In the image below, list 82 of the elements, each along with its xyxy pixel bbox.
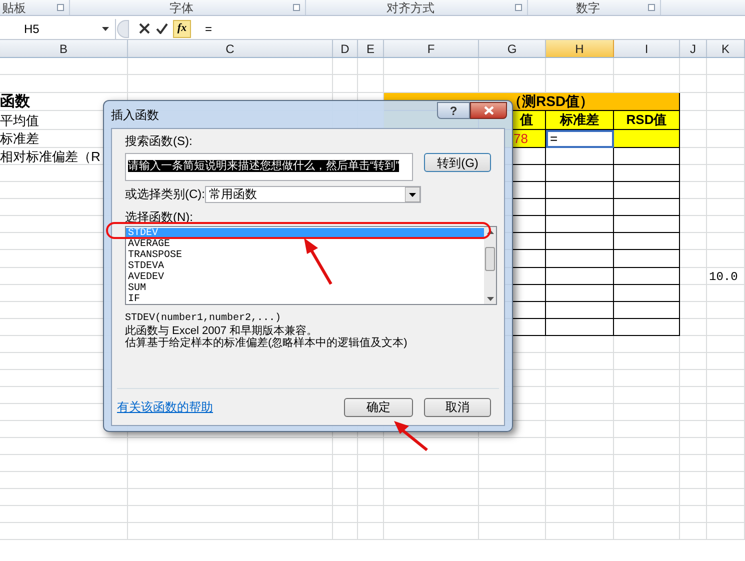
- ribbon-group-label: 对齐方式: [386, 2, 436, 14]
- column-header[interactable]: F: [384, 40, 479, 57]
- table-cell: [546, 199, 614, 216]
- dropdown-icon: [405, 186, 420, 202]
- close-button[interactable]: [470, 102, 507, 119]
- table-cell: [614, 199, 680, 216]
- table-cell: [546, 182, 614, 199]
- close-icon: [484, 106, 494, 115]
- table-cell: [614, 285, 680, 302]
- column-header[interactable]: J: [680, 40, 707, 57]
- description-text: 此函数与 Excel 2007 和早期版本兼容。: [125, 325, 319, 337]
- table-cell: [614, 130, 680, 148]
- table-cell: [614, 268, 680, 285]
- table-cell[interactable]: =: [546, 130, 614, 148]
- function-list-item[interactable]: IF: [126, 294, 484, 305]
- table-cell: [614, 182, 680, 199]
- category-label: 或选择类别(C):: [125, 186, 205, 203]
- column-header[interactable]: G: [479, 40, 546, 57]
- function-list-item[interactable]: AVEDEV: [126, 272, 484, 283]
- table-cell-text: 10.0: [708, 268, 739, 285]
- column-heading: 标准差: [546, 111, 614, 130]
- search-label: 搜索函数(S):: [125, 134, 194, 148]
- table-cell: [614, 165, 680, 182]
- table-cell-text: 函数: [0, 92, 30, 112]
- table-cell: [546, 233, 614, 250]
- help-link[interactable]: 有关该函数的帮助: [117, 398, 344, 416]
- table-cell: [614, 302, 680, 319]
- scrollbar[interactable]: [484, 227, 496, 304]
- formula-bar-handle[interactable]: [117, 20, 129, 38]
- table-cell: [546, 268, 614, 285]
- table-cell: [546, 148, 614, 165]
- ribbon-group-label: 字体: [168, 2, 194, 14]
- table-cell: [546, 319, 614, 336]
- scroll-down-icon[interactable]: [486, 297, 494, 301]
- arrow: [392, 419, 430, 453]
- function-list-item[interactable]: SUM: [126, 283, 484, 294]
- function-list-item[interactable]: TRANSPOSE: [126, 250, 484, 261]
- table-cell: [546, 250, 614, 268]
- help-button[interactable]: ?: [437, 102, 470, 119]
- table-cell-text: 相对标准偏差（R: [0, 148, 100, 166]
- dialog-launcher-icon[interactable]: [648, 4, 655, 11]
- cancel-button[interactable]: 取消: [424, 398, 491, 416]
- table-cell: [614, 216, 680, 233]
- arrow: [302, 236, 334, 286]
- column-header[interactable]: H: [546, 40, 614, 57]
- cancel-icon[interactable]: [139, 23, 150, 34]
- dialog-launcher-icon[interactable]: [293, 4, 300, 11]
- function-list-item[interactable]: STDEVA: [126, 261, 484, 272]
- scroll-up-icon[interactable]: [486, 230, 494, 234]
- dialog-launcher-icon[interactable]: [515, 4, 522, 11]
- dialog-title: 插入函数: [111, 106, 160, 124]
- ok-button[interactable]: 确定: [344, 398, 413, 416]
- function-list-item[interactable]: AVERAGE: [126, 239, 484, 250]
- table-cell: [614, 148, 680, 165]
- formula-input[interactable]: =: [205, 20, 745, 38]
- ribbon-group-label: 数字: [575, 2, 601, 14]
- table-cell: [614, 250, 680, 268]
- go-button[interactable]: 转到(G): [424, 153, 491, 172]
- category-dropdown[interactable]: 常用函数: [205, 186, 421, 202]
- function-signature: STDEV(number1,number2,...): [125, 313, 282, 325]
- description-text: 估算基于给定样本的标准偏差(忽略样本中的逻辑值及文本): [125, 337, 408, 349]
- table-cell-text: 标准差: [0, 130, 39, 148]
- table-cell: [546, 302, 614, 319]
- enter-icon[interactable]: [156, 23, 168, 34]
- column-header[interactable]: C: [128, 40, 333, 57]
- dialog-launcher-icon[interactable]: [57, 4, 64, 11]
- insert-function-button[interactable]: fx: [173, 20, 191, 38]
- column-header[interactable]: E: [358, 40, 384, 57]
- table-cell: [546, 216, 614, 233]
- table-cell: [546, 285, 614, 302]
- column-header[interactable]: D: [333, 40, 358, 57]
- column-header[interactable]: K: [707, 40, 745, 57]
- dropdown-icon: [102, 26, 109, 30]
- table-cell-text: 平均值: [0, 112, 39, 130]
- column-heading: RSD值: [614, 111, 680, 130]
- search-field[interactable]: 请输入一条简短说明来描述您想做什么，然后单击“转到”: [125, 153, 414, 181]
- column-header[interactable]: B: [0, 40, 128, 57]
- column-header[interactable]: I: [614, 40, 680, 57]
- table-cell: [614, 319, 680, 336]
- table-cell: [614, 233, 680, 250]
- table-cell: [546, 165, 614, 182]
- ribbon-group-label: 贴板: [2, 2, 27, 14]
